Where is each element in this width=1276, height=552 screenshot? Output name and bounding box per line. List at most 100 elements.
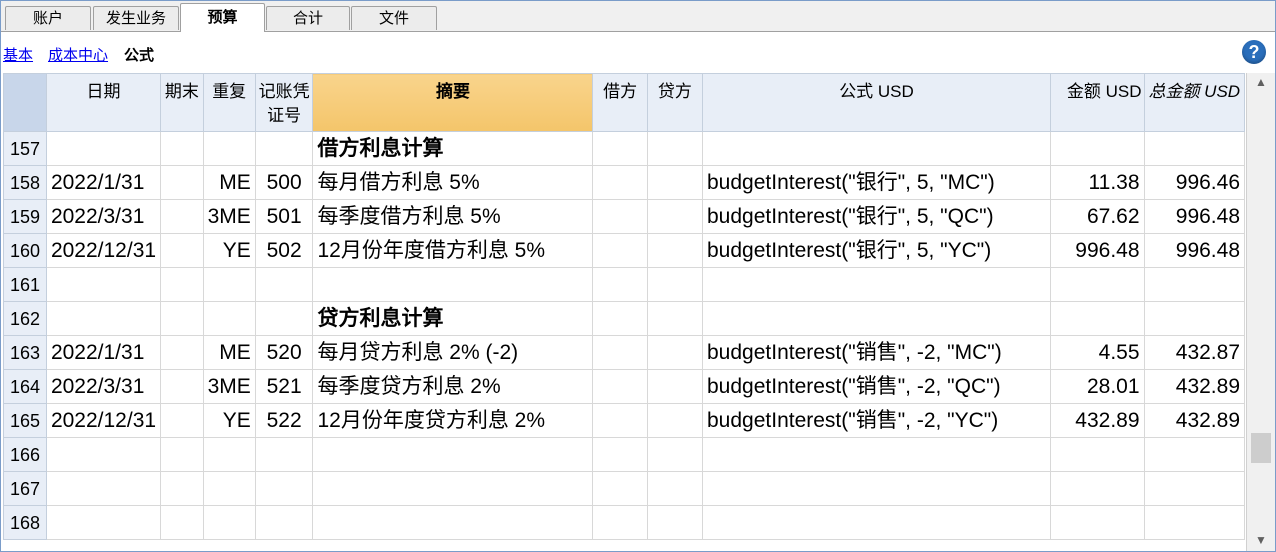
cell-credit[interactable] [646,403,704,438]
col-header-amount[interactable]: 金额 USD [1050,73,1145,132]
cell-voucher[interactable] [254,471,314,506]
cell-amount[interactable] [1050,437,1145,472]
cell-voucher[interactable]: 521 [254,369,314,404]
cell-credit[interactable] [646,131,704,166]
tab-budget[interactable]: 预算 [180,3,265,32]
cell-repeat[interactable]: YE [202,233,256,268]
cell-repeat[interactable]: 3ME [202,199,256,234]
cell-formula[interactable] [702,131,1051,166]
cell-date[interactable]: 2022/1/31 [45,335,162,370]
cell-debit[interactable] [592,267,648,302]
cell-credit[interactable] [646,165,704,200]
cell-period-end[interactable] [160,131,204,166]
view-cost-center-link[interactable]: 成本中心 [48,44,108,65]
cell-description[interactable]: 每月贷方利息 2% (-2) [312,335,594,370]
scroll-down-icon[interactable]: ▼ [1247,531,1275,549]
col-header-total[interactable]: 总金额 USD [1143,73,1245,132]
cell-repeat[interactable]: ME [202,165,256,200]
row-number[interactable]: 160 [3,233,47,268]
view-basic-link[interactable]: 基本 [3,44,33,65]
cell-voucher[interactable]: 520 [254,335,314,370]
cell-period-end[interactable] [160,267,204,302]
cell-credit[interactable] [646,233,704,268]
cell-debit[interactable] [592,471,648,506]
row-number[interactable]: 164 [3,369,47,404]
cell-amount[interactable] [1050,131,1145,166]
cell-date[interactable]: 2022/12/31 [45,403,162,438]
cell-date[interactable] [45,267,162,302]
cell-debit[interactable] [592,335,648,370]
cell-date[interactable] [45,301,162,336]
cell-repeat[interactable] [202,505,256,540]
vertical-scrollbar[interactable]: ▲ ▼ [1246,73,1275,551]
col-header-credit[interactable]: 贷方 [646,73,704,132]
cell-voucher[interactable]: 501 [254,199,314,234]
cell-formula[interactable]: budgetInterest("销售", -2, "YC") [702,403,1051,438]
row-number[interactable]: 168 [3,505,47,540]
cell-total[interactable] [1143,505,1245,540]
cell-date[interactable] [45,437,162,472]
cell-debit[interactable] [592,165,648,200]
cell-amount[interactable]: 432.89 [1050,403,1145,438]
cell-repeat[interactable] [202,131,256,166]
cell-period-end[interactable] [160,233,204,268]
cell-voucher[interactable]: 500 [254,165,314,200]
cell-description[interactable]: 每季度借方利息 5% [312,199,594,234]
cell-voucher[interactable] [254,267,314,302]
cell-date[interactable]: 2022/12/31 [45,233,162,268]
cell-repeat[interactable]: 3ME [202,369,256,404]
table-row[interactable]: 157 借方利息计算 [3,131,1245,166]
cell-amount[interactable]: 67.62 [1050,199,1145,234]
cell-voucher[interactable] [254,131,314,166]
scroll-thumb[interactable] [1251,433,1271,463]
cell-date[interactable]: 2022/1/31 [45,165,162,200]
col-header-formula[interactable]: 公式 USD [702,73,1051,132]
cell-total[interactable]: 432.89 [1143,369,1245,404]
col-header-description[interactable]: 摘要 [312,73,594,132]
cell-period-end[interactable] [160,301,204,336]
cell-description[interactable]: 12月份年度贷方利息 2% [312,403,594,438]
cell-amount[interactable]: 996.48 [1050,233,1145,268]
cell-credit[interactable] [646,335,704,370]
cell-debit[interactable] [592,505,648,540]
cell-amount[interactable]: 28.01 [1050,369,1145,404]
tab-totals[interactable]: 合计 [266,6,350,30]
cell-repeat[interactable] [202,437,256,472]
row-number[interactable]: 166 [3,437,47,472]
cell-period-end[interactable] [160,199,204,234]
cell-period-end[interactable] [160,335,204,370]
cell-description[interactable]: 借方利息计算 [312,131,594,166]
col-header-debit[interactable]: 借方 [592,73,648,132]
cell-amount[interactable] [1050,301,1145,336]
cell-period-end[interactable] [160,437,204,472]
cell-credit[interactable] [646,301,704,336]
cell-period-end[interactable] [160,165,204,200]
cell-credit[interactable] [646,471,704,506]
cell-date[interactable]: 2022/3/31 [45,199,162,234]
cell-formula[interactable]: budgetInterest("销售", -2, "QC") [702,369,1051,404]
cell-debit[interactable] [592,369,648,404]
cell-total[interactable] [1143,131,1245,166]
cell-voucher[interactable]: 502 [254,233,314,268]
cell-total[interactable]: 432.87 [1143,335,1245,370]
cell-credit[interactable] [646,437,704,472]
cell-debit[interactable] [592,199,648,234]
tab-accounts[interactable]: 账户 [5,6,91,30]
cell-debit[interactable] [592,437,648,472]
cell-formula[interactable] [702,505,1051,540]
cell-total[interactable]: 996.46 [1143,165,1245,200]
tab-transactions[interactable]: 发生业务 [93,6,179,30]
col-header-voucher[interactable]: 记账凭证号 [254,73,314,132]
cell-period-end[interactable] [160,471,204,506]
scroll-up-icon[interactable]: ▲ [1247,73,1275,91]
cell-period-end[interactable] [160,505,204,540]
cell-description[interactable]: 每季度贷方利息 2% [312,369,594,404]
cell-formula[interactable]: budgetInterest("银行", 5, "QC") [702,199,1051,234]
cell-total[interactable] [1143,267,1245,302]
table-row[interactable]: 165 2022/12/31 YE 522 12月份年度贷方利息 2% budgetInt… [3,403,1245,438]
cell-total[interactable]: 996.48 [1143,199,1245,234]
tab-file[interactable]: 文件 [351,6,437,30]
cell-date[interactable]: 2022/3/31 [45,369,162,404]
row-number[interactable]: 158 [3,165,47,200]
table-row[interactable]: 167 [3,471,1245,506]
